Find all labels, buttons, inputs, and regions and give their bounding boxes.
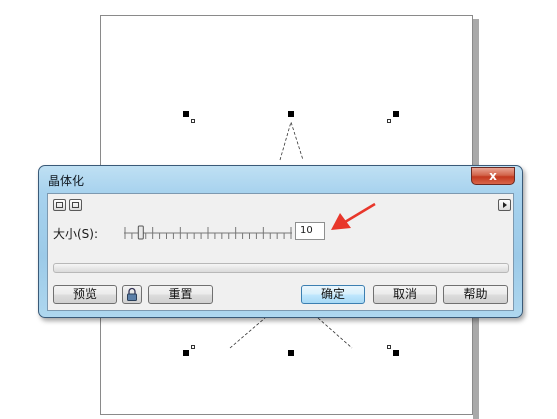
annotation-arrow (331, 202, 376, 230)
